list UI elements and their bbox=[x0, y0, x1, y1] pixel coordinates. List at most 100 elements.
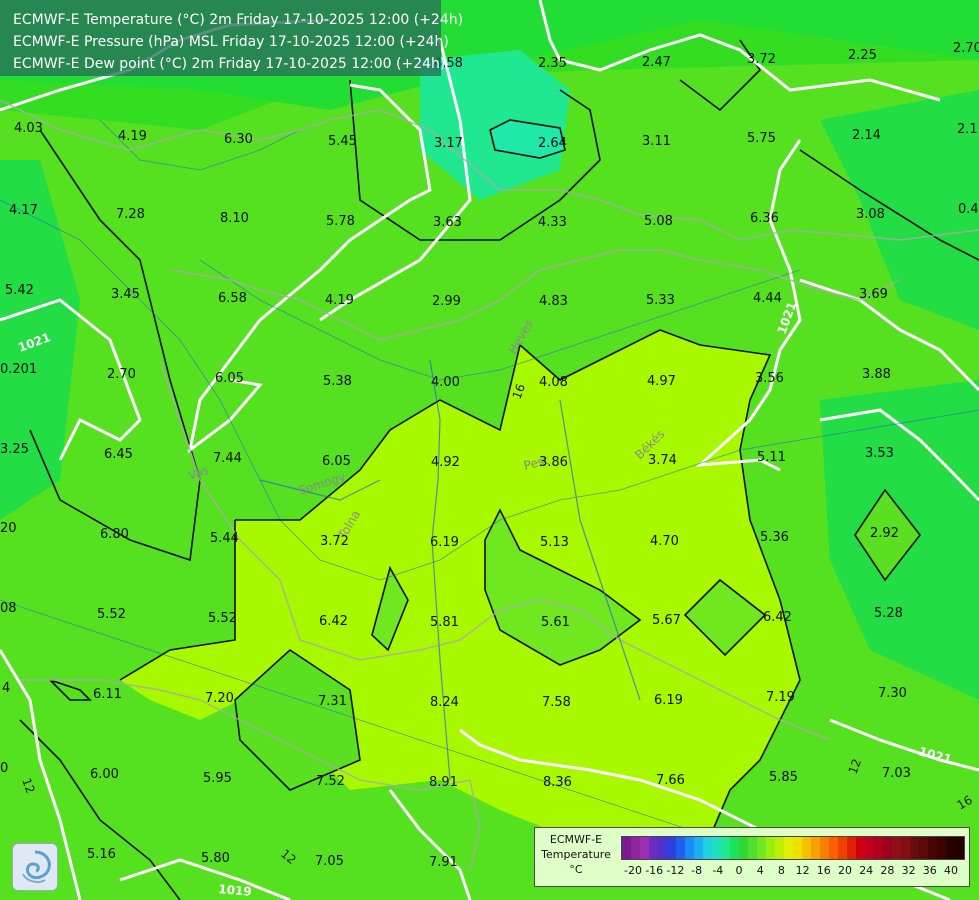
legend-swatch bbox=[829, 837, 838, 859]
station-value: 3.45 bbox=[111, 287, 140, 302]
legend-title: ECMWF-E Temperature °C bbox=[541, 833, 611, 876]
legend-swatch bbox=[946, 837, 955, 859]
legend-swatch bbox=[838, 837, 847, 859]
isobar-label: 1019 bbox=[218, 882, 252, 899]
legend-swatch bbox=[928, 837, 937, 859]
station-value: 5.75 bbox=[747, 131, 776, 146]
station-value: 2.1 bbox=[957, 122, 978, 137]
station-value: 2.14 bbox=[852, 128, 881, 143]
station-value: 4.08 bbox=[539, 375, 568, 390]
legend-swatch bbox=[802, 837, 811, 859]
station-value: 3.08 bbox=[856, 207, 885, 222]
station-value: 4.83 bbox=[539, 294, 568, 309]
station-value: 5.16 bbox=[87, 847, 116, 862]
legend-tick-label: 32 bbox=[901, 864, 916, 877]
station-value: 7.91 bbox=[429, 855, 458, 870]
station-value: 0.4 bbox=[958, 202, 979, 217]
station-value: 6.42 bbox=[319, 614, 348, 629]
station-value: 3.72 bbox=[320, 534, 349, 549]
station-value: 5.08 bbox=[644, 214, 673, 229]
station-value: 5.95 bbox=[203, 771, 232, 786]
station-value: 7.44 bbox=[213, 451, 242, 466]
station-value: 7.28 bbox=[116, 207, 145, 222]
legend-swatch bbox=[883, 837, 892, 859]
header-pressure: ECMWF-E Pressure (hPa) MSL Friday 17-10-… bbox=[13, 34, 449, 50]
station-value: 5.85 bbox=[769, 770, 798, 785]
station-value: 4.19 bbox=[118, 129, 147, 144]
legend-tick-label: 16 bbox=[816, 864, 831, 877]
station-value: 7.58 bbox=[542, 695, 571, 710]
station-value: 4.33 bbox=[538, 215, 567, 230]
color-legend: ECMWF-E Temperature °C -20 -16 -12 -8 -4 0 4 8 1… bbox=[534, 827, 970, 887]
legend-swatch bbox=[757, 837, 766, 859]
station-value: 3.86 bbox=[539, 455, 568, 470]
station-value: 0 bbox=[0, 761, 8, 776]
station-value: 7.19 bbox=[766, 690, 795, 705]
legend-swatch bbox=[694, 837, 703, 859]
legend-tick-label: 36 bbox=[922, 864, 937, 877]
station-value: 7.20 bbox=[205, 691, 234, 706]
station-value: 6.11 bbox=[93, 687, 122, 702]
legend-swatch bbox=[658, 837, 667, 859]
legend-tick-label: 12 bbox=[795, 864, 810, 877]
swirl-icon bbox=[22, 850, 51, 883]
legend-swatch bbox=[919, 837, 928, 859]
legend-swatch bbox=[856, 837, 865, 859]
legend-tick-label: -4 bbox=[712, 864, 724, 877]
station-value: 0.201 bbox=[0, 362, 37, 377]
station-value: 6.00 bbox=[90, 767, 119, 782]
station-value: 2.25 bbox=[848, 48, 877, 63]
station-value: 8.24 bbox=[430, 695, 459, 710]
legend-swatch bbox=[955, 837, 964, 859]
station-value: 3.74 bbox=[648, 453, 677, 468]
station-value: 5.13 bbox=[540, 535, 569, 550]
station-value: 6.80 bbox=[100, 527, 129, 542]
legend-swatch bbox=[685, 837, 694, 859]
station-value: 5.61 bbox=[541, 615, 570, 630]
station-value: 5.52 bbox=[208, 611, 237, 626]
station-value: 7.30 bbox=[878, 686, 907, 701]
legend-swatch bbox=[901, 837, 910, 859]
station-value: 5.11 bbox=[757, 450, 786, 465]
station-value: 6.19 bbox=[430, 535, 459, 550]
legend-tick-label: 4 bbox=[756, 864, 764, 877]
legend-swatch bbox=[892, 837, 901, 859]
legend-swatch bbox=[640, 837, 649, 859]
station-value: 4.44 bbox=[753, 291, 782, 306]
station-value: 8.10 bbox=[220, 211, 249, 226]
station-value: 5.78 bbox=[326, 214, 355, 229]
station-value: 5.52 bbox=[97, 607, 126, 622]
legend-color-bar bbox=[621, 836, 965, 860]
station-value: 5.28 bbox=[874, 606, 903, 621]
station-value: 2.47 bbox=[642, 55, 671, 70]
temperature-map: 1021 1021 1021 1019 16 12 12 12 16 Vas S… bbox=[0, 0, 979, 900]
station-value: 4.19 bbox=[325, 293, 354, 308]
station-value: 3.11 bbox=[642, 134, 671, 149]
station-value: 2.70 bbox=[953, 41, 979, 56]
legend-tick-label: -12 bbox=[666, 864, 685, 877]
station-value: 3.63 bbox=[433, 215, 462, 230]
header-temperature: ECMWF-E Temperature (°C) 2m Friday 17-10… bbox=[13, 12, 464, 28]
station-value: 5.67 bbox=[652, 613, 681, 628]
station-value: 6.30 bbox=[224, 132, 253, 147]
station-value: 5.42 bbox=[5, 283, 34, 298]
legend-swatch bbox=[622, 837, 631, 859]
station-value: 5.38 bbox=[323, 374, 352, 389]
station-value: 5.44 bbox=[210, 531, 239, 546]
legend-swatch bbox=[820, 837, 829, 859]
legend-swatch bbox=[667, 837, 676, 859]
station-value: 4.03 bbox=[14, 121, 43, 136]
station-value: 7.52 bbox=[316, 774, 345, 789]
station-value: 6.05 bbox=[215, 371, 244, 386]
station-value: 4.97 bbox=[647, 374, 676, 389]
legend-swatch bbox=[865, 837, 874, 859]
legend-tick-label: 28 bbox=[880, 864, 895, 877]
legend-swatch bbox=[631, 837, 640, 859]
legend-swatch bbox=[730, 837, 739, 859]
legend-tick-label: -8 bbox=[691, 864, 703, 877]
legend-swatch bbox=[937, 837, 946, 859]
station-value: 2.92 bbox=[870, 526, 899, 541]
provider-logo bbox=[12, 843, 58, 891]
station-value: 7.66 bbox=[656, 773, 685, 788]
legend-tick-label: 8 bbox=[777, 864, 785, 877]
